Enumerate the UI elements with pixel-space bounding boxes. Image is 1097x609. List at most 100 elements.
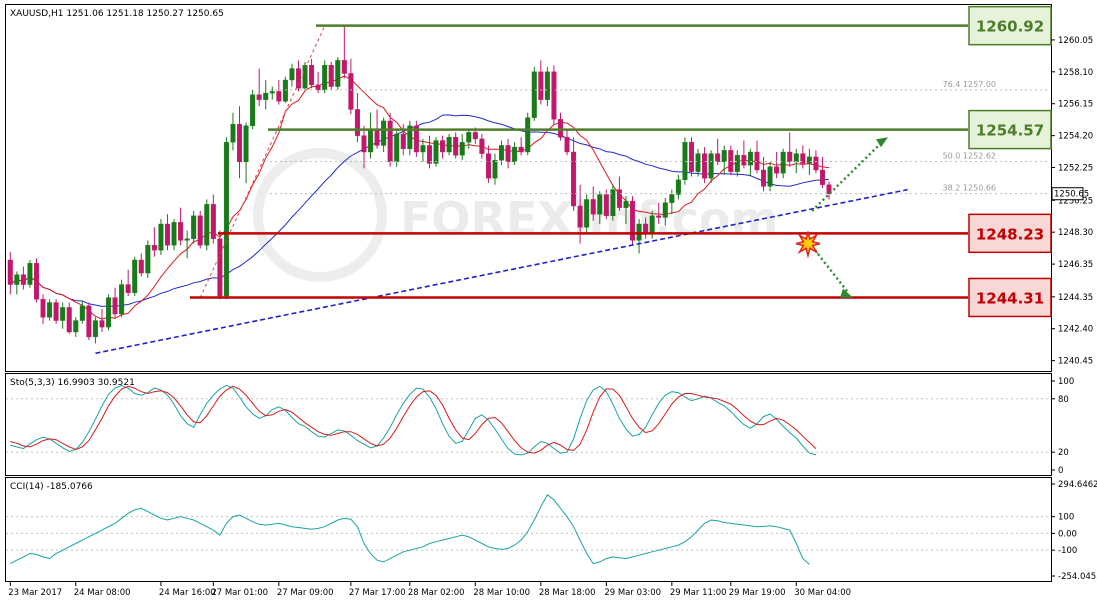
candle (250, 89, 256, 130)
time-tick-label: 27 Mar 09:00 (277, 588, 334, 598)
cci-tick-label: 100 (1058, 513, 1074, 523)
candle-body (767, 166, 773, 187)
candle-body (472, 132, 478, 140)
candle-body (243, 125, 249, 163)
candle-body (518, 146, 524, 153)
candle-body (256, 94, 262, 100)
support-level-box: 1248.23 (968, 213, 1052, 254)
candle-body (20, 274, 26, 285)
chart-window: FOREXimf.com 76.4 1257.0050.0 1252.6238.… (0, 0, 1097, 605)
price-tick-label: 1246.35 (1058, 260, 1093, 270)
candle (387, 112, 393, 167)
candle (322, 60, 328, 94)
candle (630, 196, 636, 246)
stochastic-tick-label: 20 (1058, 448, 1069, 458)
candle-body (282, 79, 288, 102)
stochastic-tick-label: 80 (1058, 395, 1069, 405)
candle-body (328, 65, 334, 87)
candle-body (479, 138, 485, 154)
candle-body (806, 156, 812, 164)
candle-body (440, 140, 446, 153)
candle-body (361, 135, 367, 153)
candle (223, 137, 229, 300)
candle-body (132, 259, 138, 293)
candle-body (223, 141, 229, 297)
candle-body (669, 194, 675, 203)
time-tick-label: 28 Mar 02:00 (408, 588, 465, 598)
candle-body (584, 199, 590, 228)
candle (132, 256, 138, 296)
time-tick-label: 29 Mar 19:00 (729, 588, 786, 598)
candle-body (302, 65, 308, 89)
time-tick-label: 24 Mar 08:00 (74, 588, 131, 598)
candle-body (14, 274, 20, 285)
candle (119, 279, 125, 318)
candle-body (819, 169, 825, 185)
candle-body (688, 141, 694, 172)
candle-body (485, 153, 491, 179)
candle-body (695, 153, 701, 172)
candle (551, 65, 557, 125)
candle-body (158, 223, 164, 251)
time-tick-label: 24 Mar 16:00 (159, 588, 216, 598)
resistance-level-box: 1254.57 (968, 109, 1052, 150)
candle-body (466, 132, 472, 143)
candle (531, 66, 537, 121)
candle-body (112, 297, 118, 315)
candle (328, 62, 334, 90)
candle (27, 260, 33, 288)
symbol-header: XAUUSD,H1 1251.06 1251.18 1250.27 1250.6… (10, 9, 224, 19)
candle-body (184, 238, 190, 241)
candle-body (335, 60, 341, 87)
candle-body (322, 65, 328, 91)
candle-body (774, 166, 780, 174)
time-tick-label: 29 Mar 11:00 (670, 588, 727, 598)
stochastic-tick-label: 100 (1058, 377, 1074, 387)
candle-body (276, 91, 282, 102)
candle-body (459, 141, 465, 156)
candle-body (47, 302, 53, 318)
candle-body (675, 179, 681, 195)
price-tick-label: 1258.10 (1058, 68, 1093, 78)
candle-body (341, 60, 347, 74)
candle-body (394, 133, 400, 163)
price-tick-label: 1240.45 (1058, 357, 1093, 367)
candle (158, 219, 164, 256)
candle (446, 134, 452, 156)
candle (413, 120, 419, 157)
candle-body (138, 259, 144, 274)
time-tick-label: 30 Mar 04:00 (794, 588, 851, 598)
support-level-box: 1244.31 (968, 277, 1052, 318)
candle-body (734, 155, 740, 172)
candle-body (603, 194, 609, 217)
candle-body (544, 71, 550, 100)
candle-body (512, 146, 518, 163)
candle-body (178, 222, 184, 241)
price-tick-label: 1242.40 (1058, 325, 1093, 335)
candle-body (741, 155, 747, 166)
candle-body (780, 151, 786, 174)
candle-body (505, 145, 511, 163)
candle-body (446, 137, 452, 153)
candle-body (420, 145, 426, 153)
candle-body (708, 153, 714, 179)
level-box-label: 1248.23 (976, 225, 1044, 243)
candle-body (237, 123, 243, 163)
price-tick-label: 1256.15 (1058, 100, 1093, 110)
candle-body (106, 297, 112, 328)
level-box-label: 1260.92 (976, 18, 1044, 36)
cci-tick-label: 0.00 (1058, 529, 1077, 539)
candle-body (269, 91, 275, 94)
candle-body (151, 245, 157, 251)
price-tick-label: 1244.35 (1058, 293, 1093, 303)
candle-body (656, 215, 662, 218)
candle-body (86, 305, 92, 338)
candle (47, 299, 53, 321)
candle-body (557, 119, 563, 138)
candle-body (79, 305, 85, 321)
candle-body (295, 68, 301, 89)
level-box-label: 1244.31 (976, 289, 1044, 307)
candle-body (525, 117, 531, 153)
candle-body (27, 263, 33, 285)
candle-body (348, 73, 354, 110)
